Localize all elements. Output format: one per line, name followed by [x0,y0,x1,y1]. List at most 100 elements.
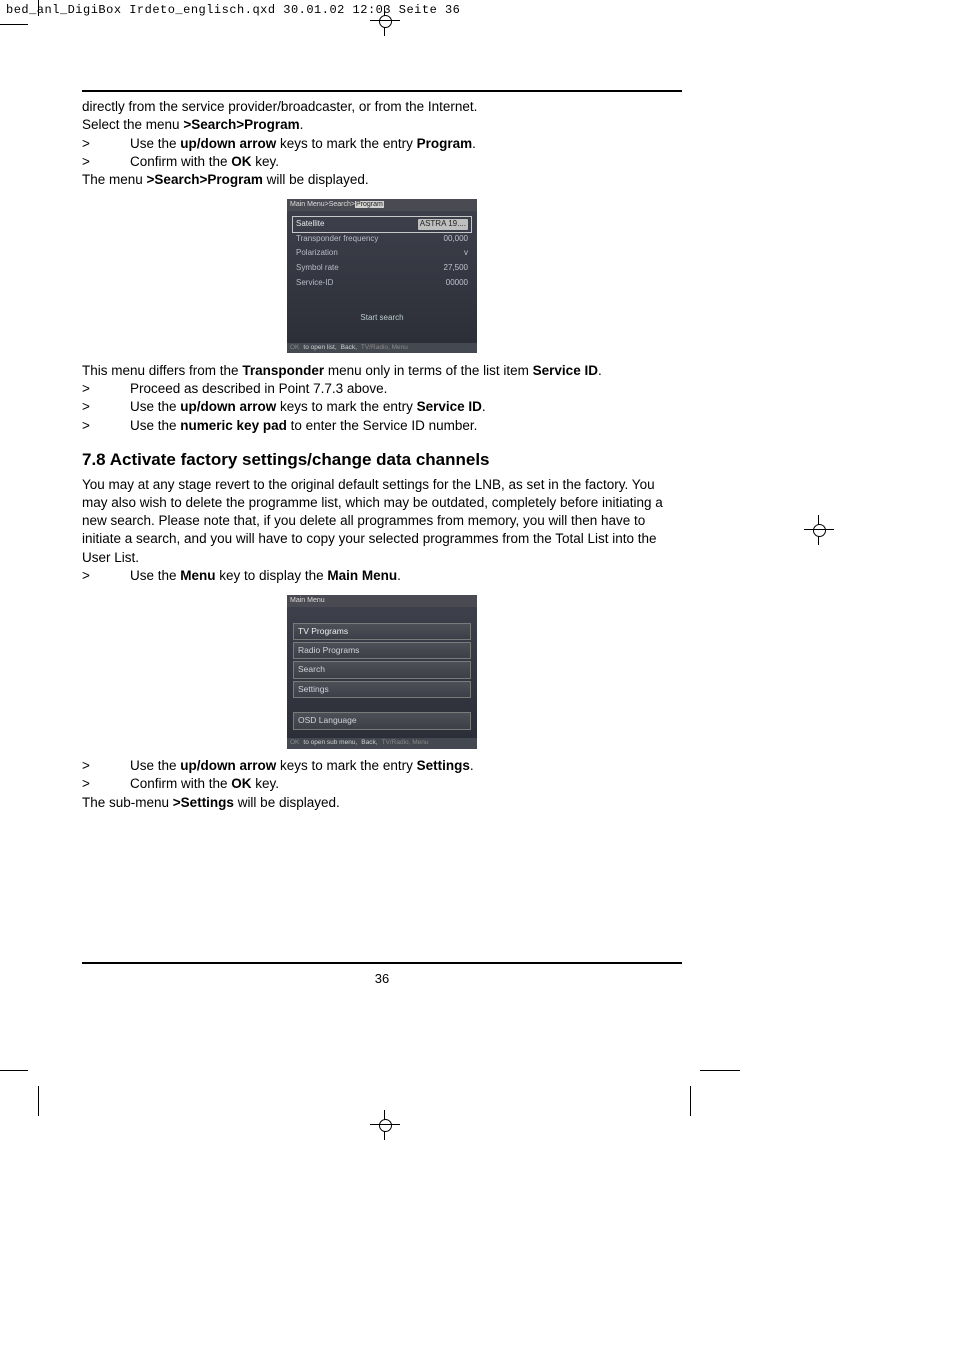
hint-key: OK [290,344,299,353]
bullet-marker: > [82,417,130,435]
term: Transponder [242,363,324,378]
label: Service-ID [296,278,333,289]
osd-item-language: OSD Language [293,712,471,729]
hint-text: to open list, [303,344,336,353]
osd-footer: OK to open list, Back, TV/Radio, Menu [287,343,477,354]
bullet-marker: > [82,567,130,585]
list-text: Use the Menu key to display the Main Men… [130,567,682,585]
list-item: > Use the up/down arrow keys to mark the… [82,398,682,416]
label: Polarization [296,248,338,259]
label: Satellite [296,219,324,230]
bullet-marker: > [82,153,130,171]
list-item: > Use the up/down arrow keys to mark the… [82,135,682,153]
text: . [397,568,401,583]
list-item: > Use the numeric key pad to enter the S… [82,417,682,435]
hint-key: OK [290,739,299,748]
hint-text: Back, [341,344,357,353]
key-name: OK [231,154,251,169]
text: will be displayed. [263,172,369,187]
horizontal-rule [82,90,682,92]
entry-name: Program [417,136,473,151]
osd-body: Satellite ASTRA 19.... Transponder freque… [287,211,477,343]
text: . [482,399,486,414]
text: key to display the [216,568,328,583]
paragraph: The sub-menu >Settings will be displayed… [82,794,682,812]
registration-mark-icon [370,1110,400,1140]
entry-name: Settings [417,758,470,773]
osd-item-search: Search [293,661,471,678]
page-number: 36 [82,970,682,988]
crop-mark-icon [690,1086,692,1116]
list-text: Proceed as described in Point 7.7.3 abov… [130,380,682,398]
hint-text: TV/Radio, Menu [361,344,408,353]
label: Symbol rate [296,263,339,274]
print-header: bed_anl_DigiBox Irdeto_englisch.qxd 30.0… [0,0,954,20]
text: will be displayed. [234,795,340,810]
text: Use the [130,568,180,583]
list-text: Confirm with the OK key. [130,153,682,171]
menu-path: >Settings [173,795,234,810]
paragraph: directly from the service provider/broad… [82,98,682,116]
osd-item-settings: Settings [293,681,471,698]
text: Select the menu [82,117,183,132]
text: key. [252,154,280,169]
value: 00,000 [444,234,468,245]
bullet-marker: > [82,135,130,153]
list-item: > Use the up/down arrow keys to mark the… [82,757,682,775]
paragraph: The menu >Search>Program will be display… [82,171,682,189]
osd-footer: OK to open sub menu, Back, TV/Radio, Men… [287,738,477,749]
text: . [472,136,476,151]
key-name: up/down arrow [180,758,276,773]
osd-screenshot: Main Menu TV Programs Radio Programs Sea… [82,595,682,749]
key-name: Menu [180,568,215,583]
list-text: Use the up/down arrow keys to mark the e… [130,757,682,775]
footer-zone: 36 [82,962,682,988]
key-name: OK [231,776,251,791]
text: Use the [130,758,180,773]
menu-path: >Search>Program [147,172,263,187]
text: menu only in terms of the list item [324,363,533,378]
menu-name: Main Menu [327,568,397,583]
key-name: up/down arrow [180,399,276,414]
osd-screenshot: Main Menu>Search>Program Satellite ASTRA … [82,199,682,354]
bullet-marker: > [82,398,130,416]
hint-text: to open sub menu, [303,739,357,748]
list-text: Use the up/down arrow keys to mark the e… [130,398,682,416]
menu-path: >Search>Program [183,117,299,132]
hint-text: Back, [361,739,377,748]
bullet-marker: > [82,380,130,398]
osd-breadcrumb: Main Menu>Search>Program [287,199,477,210]
text: Main Menu>Search> [290,201,355,208]
text: Confirm with the [130,154,231,169]
registration-mark-icon [804,515,834,545]
crop-mark-icon [38,1086,40,1116]
text: This menu differs from the [82,363,242,378]
osd-start-search: Start search [293,313,471,324]
label: Transponder frequency [296,234,378,245]
paragraph: Select the menu >Search>Program. [82,116,682,134]
crop-mark-icon [0,1070,28,1071]
value: 27,500 [444,263,468,274]
text: . [300,117,304,132]
osd-item-tv: TV Programs [293,623,471,640]
key-name: up/down arrow [180,136,276,151]
text: . [598,363,602,378]
osd-row-polarization: Polarization v [293,246,471,261]
list-text: Confirm with the OK key. [130,775,682,793]
osd-search-program: Main Menu>Search>Program Satellite ASTRA … [287,199,477,353]
osd-breadcrumb: Main Menu [287,595,477,606]
text: . [470,758,474,773]
text: Confirm with the [130,776,231,791]
value: v [464,248,468,259]
text: Use the [130,136,180,151]
crop-mark-icon [700,1070,740,1071]
breadcrumb-current: Program [355,201,384,208]
horizontal-rule [82,962,682,964]
list-item: > Proceed as described in Point 7.7.3 ab… [82,380,682,398]
text: The sub-menu [82,795,173,810]
list-text: Use the numeric key pad to enter the Ser… [130,417,682,435]
list-item: > Use the Menu key to display the Main M… [82,567,682,585]
osd-body: TV Programs Radio Programs Search Settin… [287,607,477,738]
entry-name: Service ID [417,399,482,414]
value: ASTRA 19.... [418,219,468,230]
